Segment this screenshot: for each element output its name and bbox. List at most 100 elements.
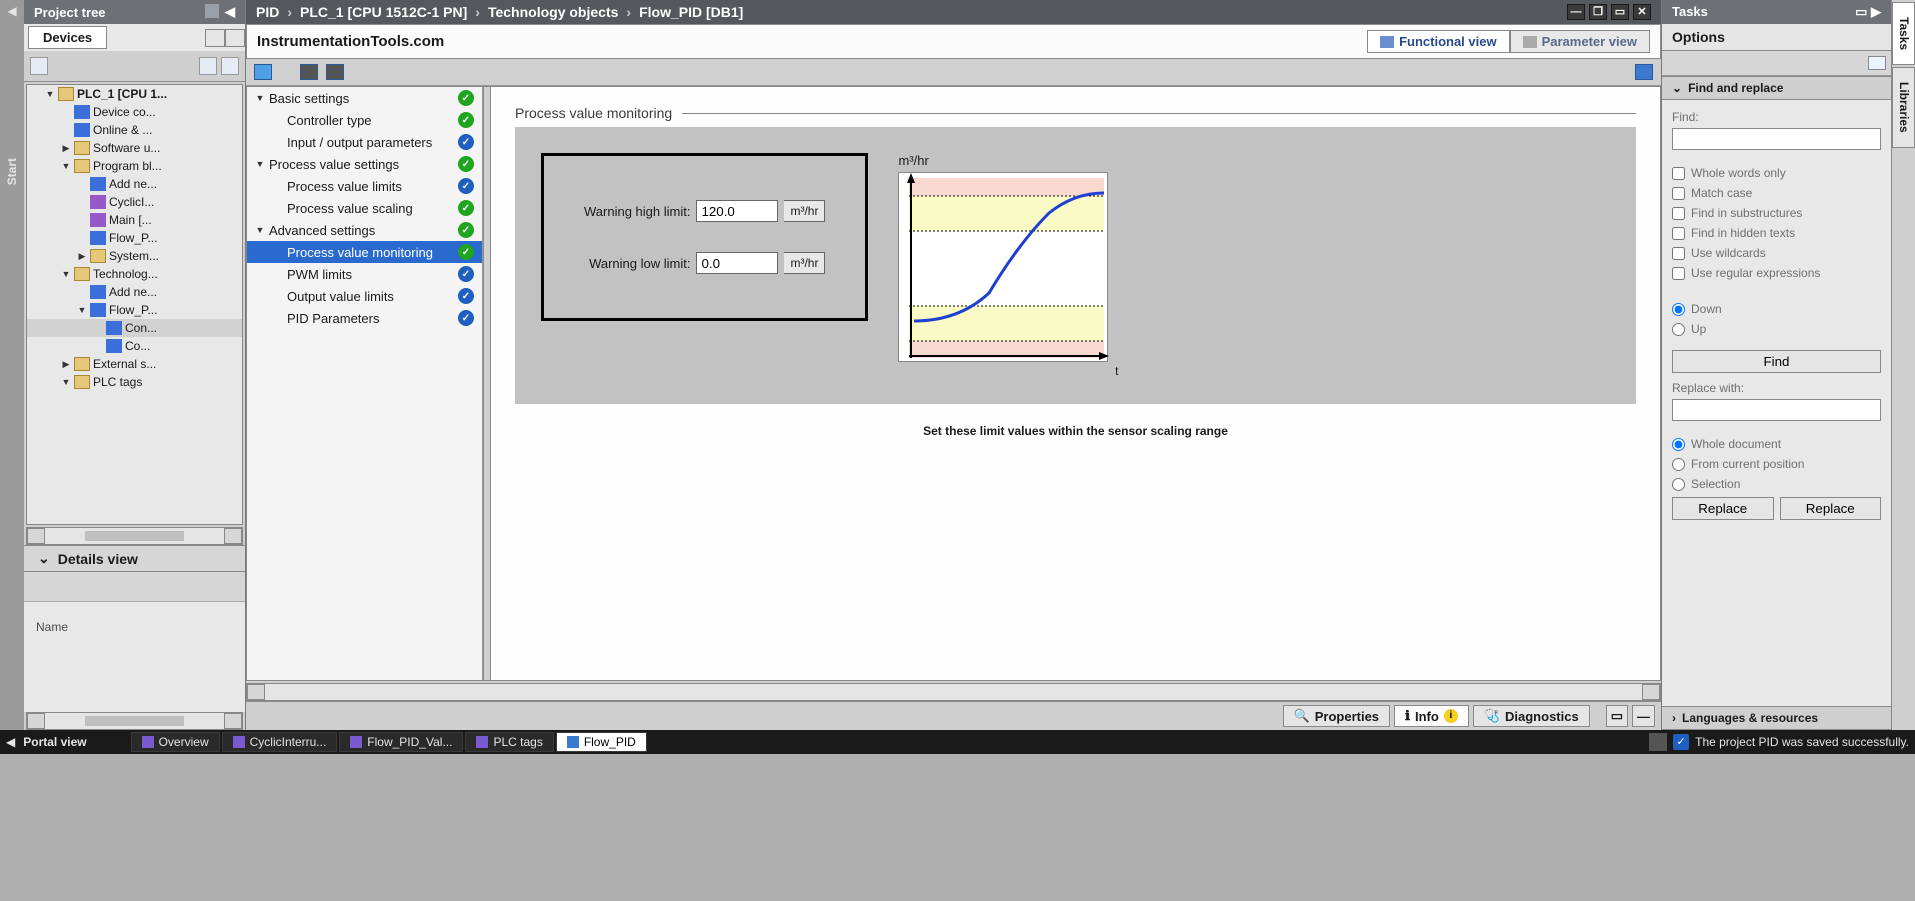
project-tree-panel: Project tree ◀ Devices ▼PLC_1 [CPU 1...D… <box>24 0 246 730</box>
find-replace-header[interactable]: ⌄Find and replace <box>1662 76 1891 100</box>
tree-item[interactable]: CyclicI... <box>27 193 242 211</box>
breadcrumb-item[interactable]: PID <box>256 4 279 20</box>
tree-item[interactable]: Add ne... <box>27 283 242 301</box>
libraries-side-tab[interactable]: Libraries <box>1892 67 1915 148</box>
layout-btn-1[interactable]: ▭ <box>1606 705 1628 727</box>
chart-y-label: m³/hr <box>898 153 1118 168</box>
find-option-checkbox[interactable] <box>1672 227 1685 240</box>
config-tree-item[interactable]: Output value limits✓ <box>247 285 482 307</box>
replace-all-button[interactable]: Replace <box>1780 497 1882 520</box>
tree-item[interactable]: ▶Software u... <box>27 139 242 157</box>
close-button[interactable]: ✕ <box>1633 4 1651 20</box>
tree-scrollbar-h[interactable] <box>26 527 243 545</box>
start-vertical-tab[interactable]: ◀ Start <box>0 0 24 730</box>
config-tree-item[interactable]: Process value limits✓ <box>247 175 482 197</box>
scope-current-radio[interactable] <box>1672 458 1685 471</box>
tree-item[interactable]: Device co... <box>27 103 242 121</box>
portal-view-link[interactable]: Portal view <box>23 735 86 749</box>
find-option-checkbox[interactable] <box>1672 247 1685 260</box>
config-tree-item[interactable]: Input / output parameters✓ <box>247 131 482 153</box>
glasses-icon[interactable] <box>254 64 272 80</box>
config-tree-item[interactable]: PWM limits✓ <box>247 263 482 285</box>
restore-button[interactable]: ❐ <box>1589 4 1607 20</box>
view-mode-icon-2[interactable] <box>221 57 239 75</box>
replace-input[interactable] <box>1672 399 1881 421</box>
tree-item[interactable]: ▼Program bl... <box>27 157 242 175</box>
tree-item[interactable]: Add ne... <box>27 175 242 193</box>
view-mode-icon[interactable] <box>199 57 217 75</box>
info-tab[interactable]: ℹInfoi <box>1394 705 1469 727</box>
config-tree-item[interactable]: ▼Basic settings✓ <box>247 87 482 109</box>
tree-item[interactable]: ▼Technolog... <box>27 265 242 283</box>
collapse-icon[interactable]: ▶ <box>1871 4 1881 19</box>
config-tree-item[interactable]: ▼Process value settings✓ <box>247 153 482 175</box>
config-navigation-tree[interactable]: ▼Basic settings✓Controller type✓Input / … <box>247 87 483 680</box>
tree-item[interactable]: ▶External s... <box>27 355 242 373</box>
section-title: Process value monitoring <box>515 105 672 121</box>
tree-item[interactable]: ▶System... <box>27 247 242 265</box>
editor-scroll-h[interactable] <box>246 683 1661 701</box>
direction-down-radio[interactable] <box>1672 303 1685 316</box>
maximize-button[interactable]: ▭ <box>1611 4 1629 20</box>
tree-item[interactable]: Co... <box>27 337 242 355</box>
breadcrumb-item[interactable]: Flow_PID [DB1] <box>639 4 743 20</box>
details-scrollbar-h[interactable] <box>26 712 243 730</box>
breadcrumb-item[interactable]: PLC_1 [CPU 1512C-1 PN] <box>300 4 467 20</box>
find-input[interactable] <box>1672 128 1881 150</box>
layout-icon[interactable] <box>1635 64 1653 80</box>
collapse-icon[interactable]: ◀ <box>225 4 235 20</box>
options-icon[interactable] <box>1868 56 1886 70</box>
parameter-view-tab[interactable]: Parameter view <box>1510 30 1650 53</box>
splitter[interactable] <box>483 87 491 680</box>
config-tree-item[interactable]: PID Parameters✓ <box>247 307 482 329</box>
footer-tab[interactable]: PLC tags <box>465 732 553 752</box>
unit-label: m³/hr <box>784 252 825 274</box>
upload-icon[interactable] <box>300 64 318 80</box>
tree-item[interactable]: ▼Flow_P... <box>27 301 242 319</box>
find-option-checkbox[interactable] <box>1672 167 1685 180</box>
tasks-side-tab[interactable]: Tasks <box>1892 2 1915 65</box>
footer-tab[interactable]: Overview <box>131 732 220 752</box>
project-tree[interactable]: ▼PLC_1 [CPU 1...Device co...Online & ...… <box>26 84 243 525</box>
back-arrow-icon[interactable]: ◀ <box>6 735 15 749</box>
lang-resources-header[interactable]: ›Languages & resources <box>1662 706 1891 730</box>
config-tree-item[interactable]: ▼Advanced settings✓ <box>247 219 482 241</box>
footer-tab[interactable]: Flow_PID_Val... <box>339 732 463 752</box>
minimize-button[interactable]: — <box>1567 4 1585 20</box>
tree-item[interactable]: ▼PLC_1 [CPU 1... <box>27 85 242 103</box>
tree-tool-icon[interactable] <box>30 57 48 75</box>
panel-tool-icon[interactable] <box>205 4 219 18</box>
tree-item[interactable]: Con... <box>27 319 242 337</box>
details-view-header[interactable]: ⌄Details view <box>24 545 245 572</box>
scope-whole-radio[interactable] <box>1672 438 1685 451</box>
find-option-checkbox[interactable] <box>1672 187 1685 200</box>
find-option-checkbox[interactable] <box>1672 267 1685 280</box>
diagnostics-tab[interactable]: 🩺Diagnostics <box>1473 705 1590 727</box>
replace-button[interactable]: Replace <box>1672 497 1774 520</box>
tab-prev-button[interactable] <box>205 29 225 47</box>
find-button[interactable]: Find <box>1672 350 1881 373</box>
layout-btn-2[interactable]: — <box>1632 705 1655 727</box>
warn-low-input[interactable] <box>696 252 778 274</box>
footer-tab[interactable]: CyclicInterru... <box>222 732 338 752</box>
hint-text: Set these limit values within the sensor… <box>515 424 1636 438</box>
tree-item[interactable]: Main [... <box>27 211 242 229</box>
tree-item[interactable]: ▼PLC tags <box>27 373 242 391</box>
footer-tab[interactable]: Flow_PID <box>556 732 647 752</box>
tab-next-button[interactable] <box>225 29 245 47</box>
direction-up-radio[interactable] <box>1672 323 1685 336</box>
warn-high-input[interactable] <box>696 200 778 222</box>
panel-tool-icon[interactable]: ▭ <box>1855 4 1867 19</box>
breadcrumb-item[interactable]: Technology objects <box>488 4 618 20</box>
tree-item[interactable]: Online & ... <box>27 121 242 139</box>
tree-item[interactable]: Flow_P... <box>27 229 242 247</box>
scope-selection-radio[interactable] <box>1672 478 1685 491</box>
config-tree-item[interactable]: Process value monitoring✓ <box>247 241 482 263</box>
config-tree-item[interactable]: Process value scaling✓ <box>247 197 482 219</box>
download-icon[interactable] <box>326 64 344 80</box>
properties-tab[interactable]: 🔍Properties <box>1283 705 1391 727</box>
find-option-checkbox[interactable] <box>1672 207 1685 220</box>
functional-view-tab[interactable]: Functional view <box>1367 30 1510 53</box>
config-tree-item[interactable]: Controller type✓ <box>247 109 482 131</box>
devices-tab[interactable]: Devices <box>28 26 107 49</box>
